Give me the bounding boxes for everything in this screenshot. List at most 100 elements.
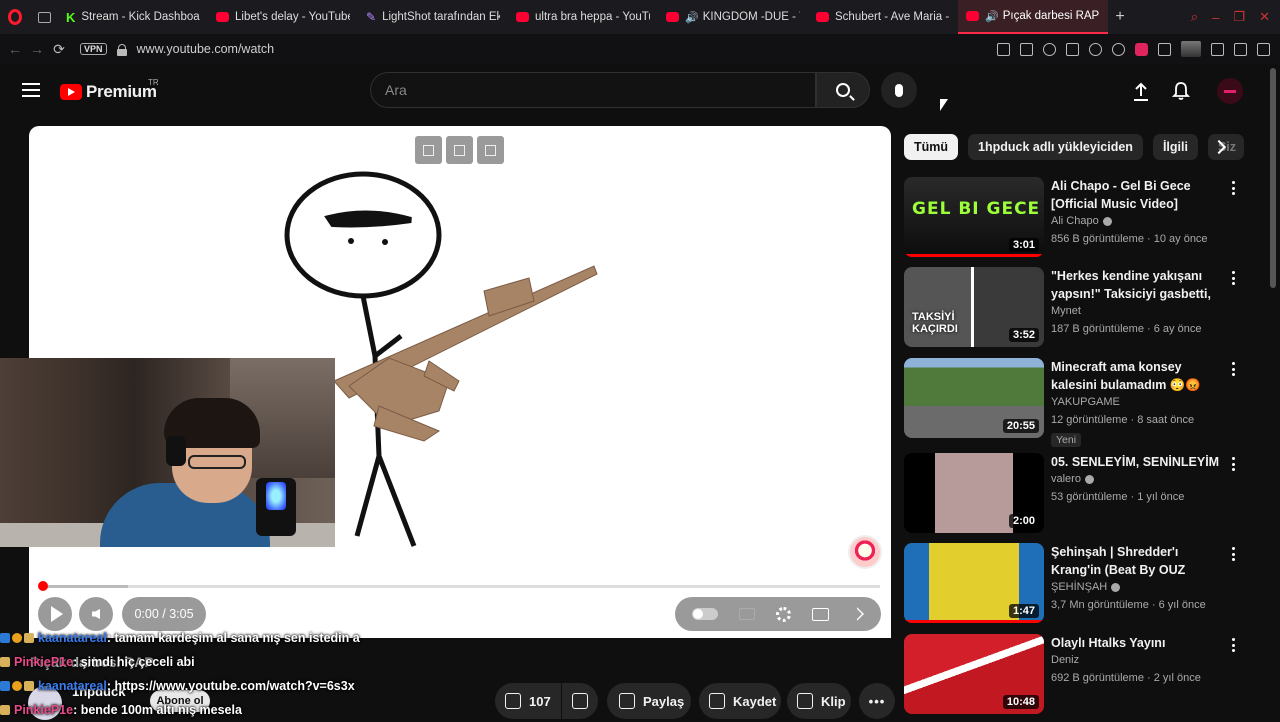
voice-search-button[interactable]	[881, 72, 917, 108]
ai-icon[interactable]	[1234, 42, 1247, 56]
recommendation-item[interactable]: GEL BI GECE 3:01 Ali Chapo - Gel Bi Gece…	[904, 177, 1240, 261]
settings-gear-icon[interactable]	[775, 606, 791, 622]
shield-icon[interactable]	[1043, 42, 1056, 56]
recommendation-item[interactable]: 2:00 05. SENLEYİM, SENİNLEYİM valero 53 …	[904, 453, 1240, 537]
video-title[interactable]: "Herkes kendine yakışanı yapsın!" Taksic…	[1051, 267, 1221, 303]
page-scrollbar[interactable]	[1270, 68, 1276, 288]
video-thumbnail[interactable]: 2:00	[904, 453, 1044, 533]
chip-all[interactable]: Tümü	[904, 134, 959, 160]
badge-icon	[24, 681, 34, 691]
youtube-premium-logo[interactable]: Premium TR	[60, 78, 159, 102]
video-title[interactable]: Minecraft ama konsey kalesini bulamadım …	[1051, 358, 1221, 394]
channel-name[interactable]: ŞEHİNŞAH	[1051, 581, 1121, 593]
search-input[interactable]	[385, 82, 815, 98]
share-icon	[619, 693, 635, 709]
channel-name[interactable]: YAKUPGAME	[1051, 396, 1120, 408]
pin-icon[interactable]	[997, 42, 1010, 56]
progress-scrubber[interactable]	[38, 581, 48, 591]
filter-chips: Tümü 1hpduck adlı yükleyiciden İlgili Si…	[904, 134, 1244, 160]
channel-name[interactable]: Deniz	[1051, 654, 1079, 666]
video-title[interactable]: 05. SENLEYİM, SENİNLEYİM	[1051, 453, 1221, 471]
chip-related[interactable]: İlgili	[1152, 134, 1198, 160]
heart-icon[interactable]	[1089, 42, 1102, 56]
url-field[interactable]: www.youtube.com/watch	[137, 42, 275, 56]
recommendation-item[interactable]: TAKSİYİ KAÇIRDI 3:52 "Herkes kendine yak…	[904, 267, 1240, 351]
maximize-button[interactable]: ❐	[1233, 9, 1245, 25]
youtube-icon	[516, 12, 529, 22]
channel-name[interactable]: Mynet	[1051, 305, 1081, 317]
menu-icon[interactable]	[22, 83, 40, 97]
opera-logo-icon[interactable]	[0, 0, 30, 34]
chevron-right-icon[interactable]	[1208, 134, 1234, 160]
browser-tab[interactable]: 🔊KINGDOM -DUE - Yo	[658, 0, 808, 34]
youtube-icon	[666, 12, 679, 22]
forward-button[interactable]: →	[26, 41, 48, 57]
download-icon[interactable]	[1211, 42, 1224, 56]
verified-icon	[1084, 474, 1094, 484]
video-thumbnail[interactable]: 20:55	[904, 358, 1044, 438]
reload-button[interactable]: ⟳	[48, 41, 70, 58]
back-button[interactable]: ←	[4, 41, 26, 57]
video-thumbnail[interactable]: 10:48	[904, 634, 1044, 714]
notifications-icon[interactable]	[1172, 81, 1190, 101]
play-icon[interactable]	[1066, 42, 1079, 56]
new-badge: Yeni	[1051, 433, 1082, 447]
close-button[interactable]: ✕	[1259, 9, 1270, 25]
more-options-icon[interactable]	[1232, 547, 1236, 561]
video-thumbnail[interactable]: GEL BI GECE 3:01	[904, 177, 1044, 257]
more-options-icon[interactable]	[1232, 181, 1236, 195]
new-tab-button[interactable]: +	[1108, 8, 1132, 26]
recommendation-item[interactable]: 10:48 Olaylı Htalks Yayını Deniz 692 B g…	[904, 634, 1240, 718]
autoplay-toggle[interactable]	[691, 608, 718, 620]
chip-from-uploader[interactable]: 1hpduck adlı yükleyiciden	[968, 134, 1143, 160]
browser-tab-active[interactable]: 🔊Pıçak darbesi RAP - Yo	[958, 0, 1108, 34]
snapshot-icon[interactable]	[1020, 42, 1033, 56]
recommendation-item[interactable]: 20:55 Minecraft ama konsey kalesini bula…	[904, 358, 1240, 447]
dislike-button[interactable]	[562, 683, 598, 719]
badge-icon	[0, 633, 10, 643]
browser-tab[interactable]: Schubert - Ave Maria - Y	[808, 0, 958, 34]
more-actions-button[interactable]: •••	[859, 683, 895, 719]
minimize-button[interactable]: –	[1212, 10, 1219, 25]
browser-tab[interactable]: ultra bra heppa - YouTub	[508, 0, 658, 34]
vpn-badge[interactable]: VPN	[80, 43, 107, 55]
subtitles-icon[interactable]	[738, 608, 755, 620]
more-options-icon[interactable]	[1232, 638, 1236, 652]
browser-tab[interactable]: Libet's delay - YouTube	[208, 0, 358, 34]
more-options-icon[interactable]	[1232, 271, 1236, 285]
avatar[interactable]	[1217, 78, 1243, 104]
workspaces-icon[interactable]	[30, 0, 58, 34]
video-title[interactable]: Şehinşah | Shredder'ı Krang'in (Beat By …	[1051, 543, 1221, 579]
chat-message: PinkieP1e: bende 100m altı nış mesela	[0, 698, 370, 722]
pen-icon[interactable]	[1158, 42, 1171, 56]
browser-tab[interactable]: K Stream - Kick Dashboard	[58, 0, 208, 34]
progress-bar[interactable]	[42, 585, 880, 588]
video-thumbnail[interactable]: TAKSİYİ KAÇIRDI 3:52	[904, 267, 1044, 347]
clip-button[interactable]: Klip	[787, 683, 851, 719]
theater-mode-icon[interactable]	[812, 607, 830, 621]
more-options-icon[interactable]	[1232, 457, 1236, 471]
save-button[interactable]: Kaydet	[699, 683, 781, 719]
profile-image-icon[interactable]	[1181, 41, 1201, 57]
upload-icon[interactable]	[1131, 82, 1151, 102]
like-button[interactable]: 107	[495, 683, 561, 719]
fullscreen-icon[interactable]	[850, 607, 865, 621]
video-thumbnail[interactable]: 1:47	[904, 543, 1044, 623]
share-button[interactable]: Paylaş	[607, 683, 691, 719]
search-button[interactable]	[816, 72, 870, 108]
channel-watermark-icon[interactable]	[848, 535, 882, 569]
address-bar: ← → ⟳ VPN www.youtube.com/watch	[0, 34, 1280, 64]
video-title[interactable]: Ali Chapo - Gel Bi Gece [Official Music …	[1051, 177, 1221, 213]
lock-icon[interactable]	[116, 43, 127, 56]
browser-tab[interactable]: ✎ LightShot tarafından Ekra	[358, 0, 508, 34]
search-icon	[836, 83, 850, 97]
channel-name[interactable]: Ali Chapo	[1051, 215, 1112, 227]
extension-icon[interactable]	[1135, 42, 1148, 56]
more-options-icon[interactable]	[1232, 362, 1236, 376]
edit-icon[interactable]	[1257, 42, 1270, 56]
search-tabs-icon[interactable]: ⌕	[1191, 9, 1198, 25]
channel-name[interactable]: valero	[1051, 473, 1094, 485]
video-title[interactable]: Olaylı Htalks Yayını	[1051, 634, 1221, 652]
recommendation-item[interactable]: 1:47 Şehinşah | Shredder'ı Krang'in (Bea…	[904, 543, 1240, 627]
speaker-icon[interactable]	[1112, 42, 1125, 56]
